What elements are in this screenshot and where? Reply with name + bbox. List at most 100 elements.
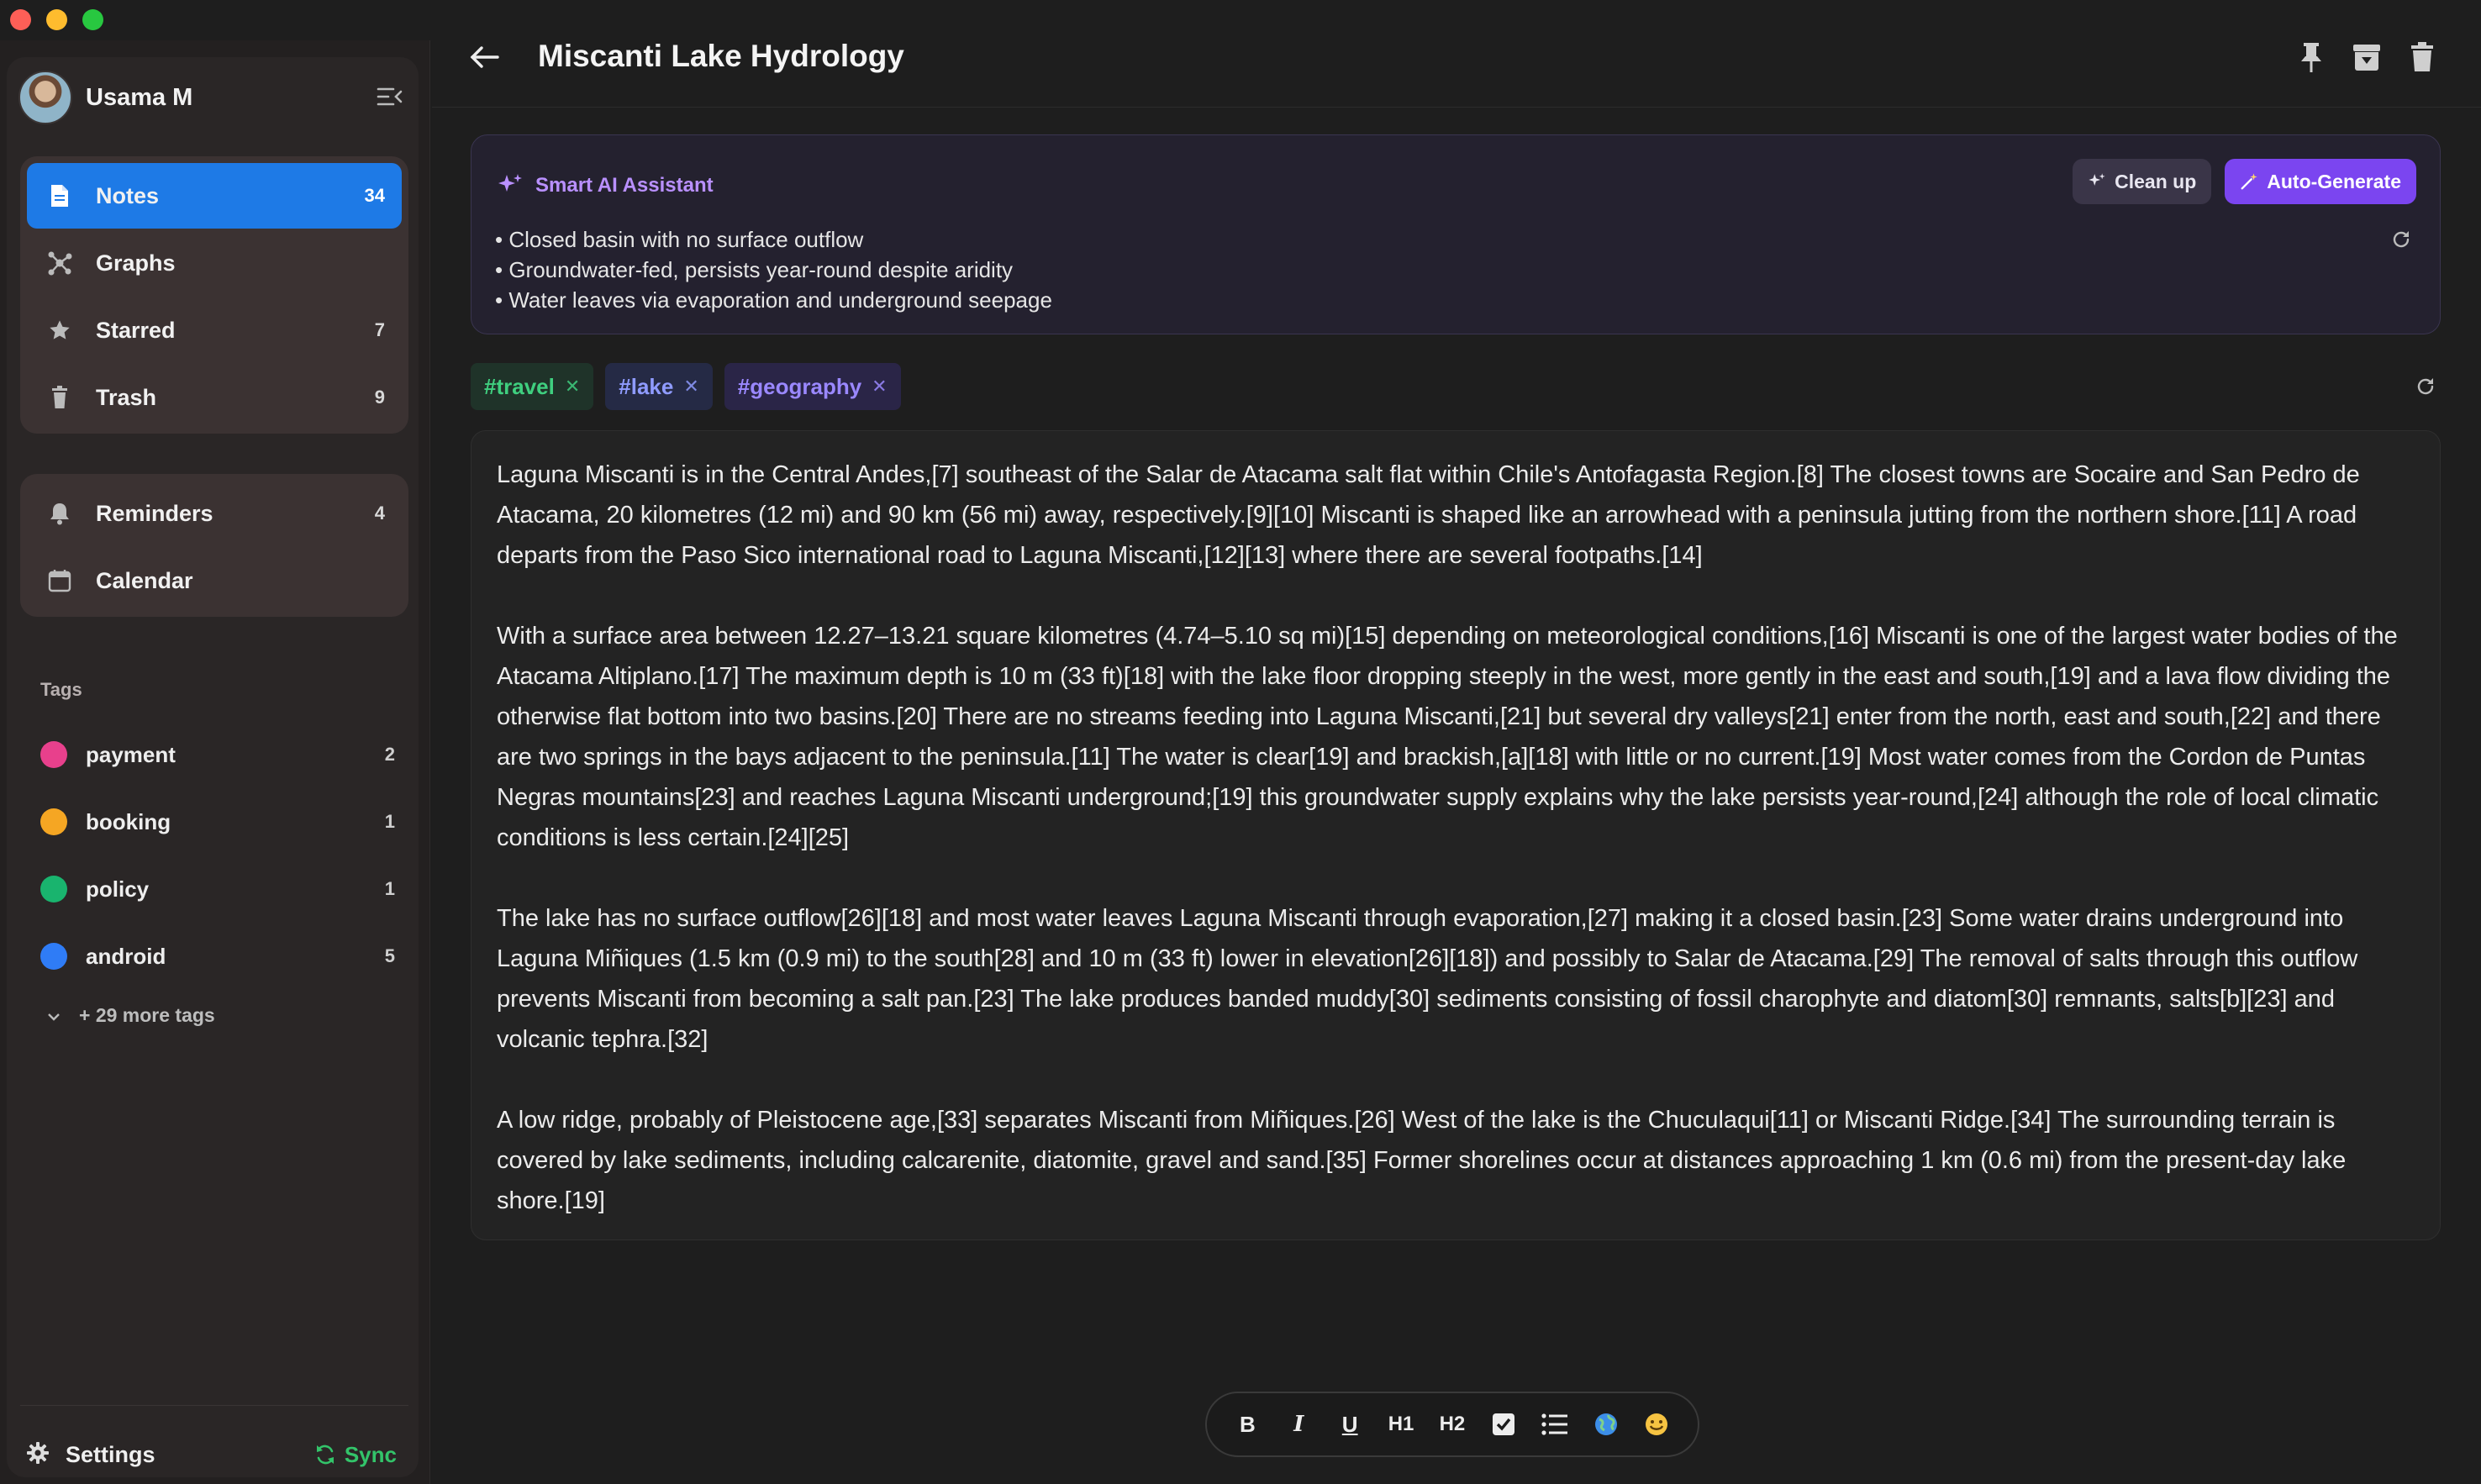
more-tags-toggle[interactable]: + 29 more tags: [32, 990, 402, 1040]
ai-assistant-header: Smart AI Assistant: [497, 172, 714, 199]
delete-button[interactable]: [2407, 40, 2437, 74]
archive-button[interactable]: [2352, 40, 2382, 74]
heading2-button[interactable]: H2: [1435, 1406, 1469, 1443]
nav-item-trash[interactable]: Trash 9: [27, 365, 402, 430]
sidebar-footer: Settings Sync: [27, 1432, 397, 1477]
checkbox-button[interactable]: [1487, 1406, 1520, 1443]
refresh-icon: [2417, 378, 2434, 395]
nav-item-starred[interactable]: Starred 7: [27, 297, 402, 363]
tag-color-dot: [40, 808, 67, 835]
tag-label: policy: [86, 876, 150, 902]
note-paragraph: A low ridge, probably of Pleistocene age…: [497, 1107, 2347, 1214]
nav-label: Trash: [96, 384, 157, 410]
ai-summary-item: Water leaves via evaporation and undergr…: [495, 285, 1052, 315]
tag-color-dot: [40, 943, 67, 970]
regenerate-summary-button[interactable]: [2391, 229, 2411, 254]
clean-up-button[interactable]: Clean up: [2073, 159, 2212, 204]
user-name: Usama M: [86, 83, 193, 111]
note-tags: #travel ✕ #lake ✕ #geography ✕: [471, 363, 901, 410]
tag-list: payment 2 booking 1 policy 1 android 5 +…: [32, 721, 402, 1040]
document-icon: [45, 182, 74, 210]
nav-item-reminders[interactable]: Reminders 4: [27, 481, 402, 546]
refresh-icon: [2393, 231, 2410, 248]
ai-summary-list: Closed basin with no surface outflow Gro…: [495, 224, 1052, 315]
nav-count: 4: [374, 503, 385, 524]
auto-generate-button[interactable]: Auto-Generate: [2225, 159, 2416, 204]
note-editor-area: Miscanti Lake Hydrology Smart AI Assista…: [432, 0, 2481, 1484]
maximize-window-button[interactable]: [82, 9, 103, 30]
checkbox-icon: [1492, 1413, 1514, 1435]
note-paragraph: With a surface area between 12.27–13.21 …: [497, 623, 2398, 851]
tag-item-android[interactable]: android 5: [32, 923, 402, 990]
note-title[interactable]: Miscanti Lake Hydrology: [538, 39, 904, 74]
sidebar: Usama M Notes 34 Graphs Starred 7 Trash …: [0, 40, 430, 1484]
tags-section-title: Tags: [40, 679, 82, 700]
calendar-icon: [45, 566, 74, 595]
nav-item-calendar[interactable]: Calendar: [27, 548, 402, 613]
app-window: Usama M Notes 34 Graphs Starred 7 Trash …: [0, 0, 2481, 1484]
back-button[interactable]: [469, 40, 509, 74]
star-icon: [45, 316, 74, 345]
nav-label: Graphs: [96, 250, 176, 276]
note-actions: [2296, 40, 2437, 74]
refresh-tags-button[interactable]: [2415, 376, 2436, 401]
sync-label: Sync: [344, 1441, 397, 1467]
tag-item-payment[interactable]: payment 2: [32, 721, 402, 788]
ai-assistant-title: Smart AI Assistant: [535, 174, 714, 197]
nav-label: Calendar: [96, 567, 193, 593]
sidebar-divider: [20, 1405, 408, 1406]
arrow-left-icon: [470, 46, 499, 68]
tag-item-booking[interactable]: booking 1: [32, 788, 402, 855]
pin-icon: [2301, 43, 2321, 72]
bell-icon: [45, 499, 74, 528]
underline-button[interactable]: U: [1333, 1406, 1367, 1443]
tag-chip-travel[interactable]: #travel ✕: [471, 363, 594, 410]
user-profile[interactable]: Usama M: [18, 71, 407, 124]
primary-nav: Notes 34 Graphs Starred 7 Trash 9: [20, 156, 408, 434]
link-button[interactable]: [1589, 1406, 1623, 1443]
formatting-toolbar: B I U H1 H2: [1205, 1392, 1699, 1457]
settings-button[interactable]: Settings: [66, 1442, 314, 1468]
list-icon: [1541, 1413, 1567, 1435]
trash-icon: [45, 383, 74, 412]
nav-item-graphs[interactable]: Graphs: [27, 230, 402, 296]
tag-count: 1: [384, 811, 395, 832]
tag-item-policy[interactable]: policy 1: [32, 855, 402, 923]
ai-summary-item: Groundwater-fed, persists year-round des…: [495, 255, 1052, 285]
sparkles-icon: [498, 174, 522, 192]
collapse-sidebar-button[interactable]: [373, 82, 407, 111]
tag-chip-geography[interactable]: #geography ✕: [724, 363, 901, 410]
bullet-list-button[interactable]: [1538, 1406, 1572, 1443]
archive-icon: [2353, 45, 2380, 71]
nav-item-notes[interactable]: Notes 34: [27, 163, 402, 229]
remove-tag-icon[interactable]: ✕: [565, 376, 580, 397]
tag-chip-lake[interactable]: #lake ✕: [605, 363, 713, 410]
tag-count: 1: [384, 878, 395, 899]
italic-button[interactable]: I: [1282, 1406, 1315, 1443]
tag-chip-label: #travel: [484, 373, 555, 399]
heading1-button[interactable]: H1: [1384, 1406, 1418, 1443]
tag-label: booking: [86, 808, 171, 834]
ai-assistant-panel: Smart AI Assistant Clean up Auto-Generat…: [471, 134, 2441, 334]
close-window-button[interactable]: [10, 9, 31, 30]
sidebar-panel: Usama M Notes 34 Graphs Starred 7 Trash …: [7, 57, 419, 1477]
trash-icon: [2411, 42, 2433, 71]
gear-icon[interactable]: [27, 1441, 49, 1468]
note-body-editor[interactable]: Laguna Miscanti is in the Central Andes,…: [471, 430, 2441, 1240]
nav-label: Notes: [96, 182, 160, 208]
pin-button[interactable]: [2296, 40, 2326, 74]
sparkles-icon: [2089, 173, 2105, 186]
chevron-down-icon: [47, 1004, 61, 1027]
clean-up-label: Clean up: [2115, 170, 2197, 192]
sync-button[interactable]: Sync: [314, 1442, 397, 1468]
emoji-icon: [1646, 1413, 1668, 1435]
ai-action-buttons: Clean up Auto-Generate: [2073, 159, 2416, 204]
sidebar-collapse-icon: [377, 87, 403, 106]
secondary-nav: Reminders 4 Calendar: [20, 474, 408, 617]
remove-tag-icon[interactable]: ✕: [872, 376, 887, 397]
remove-tag-icon[interactable]: ✕: [683, 376, 698, 397]
emoji-button[interactable]: [1640, 1406, 1673, 1443]
minimize-window-button[interactable]: [46, 9, 67, 30]
bold-button[interactable]: B: [1230, 1406, 1264, 1443]
tag-color-dot: [40, 741, 67, 768]
